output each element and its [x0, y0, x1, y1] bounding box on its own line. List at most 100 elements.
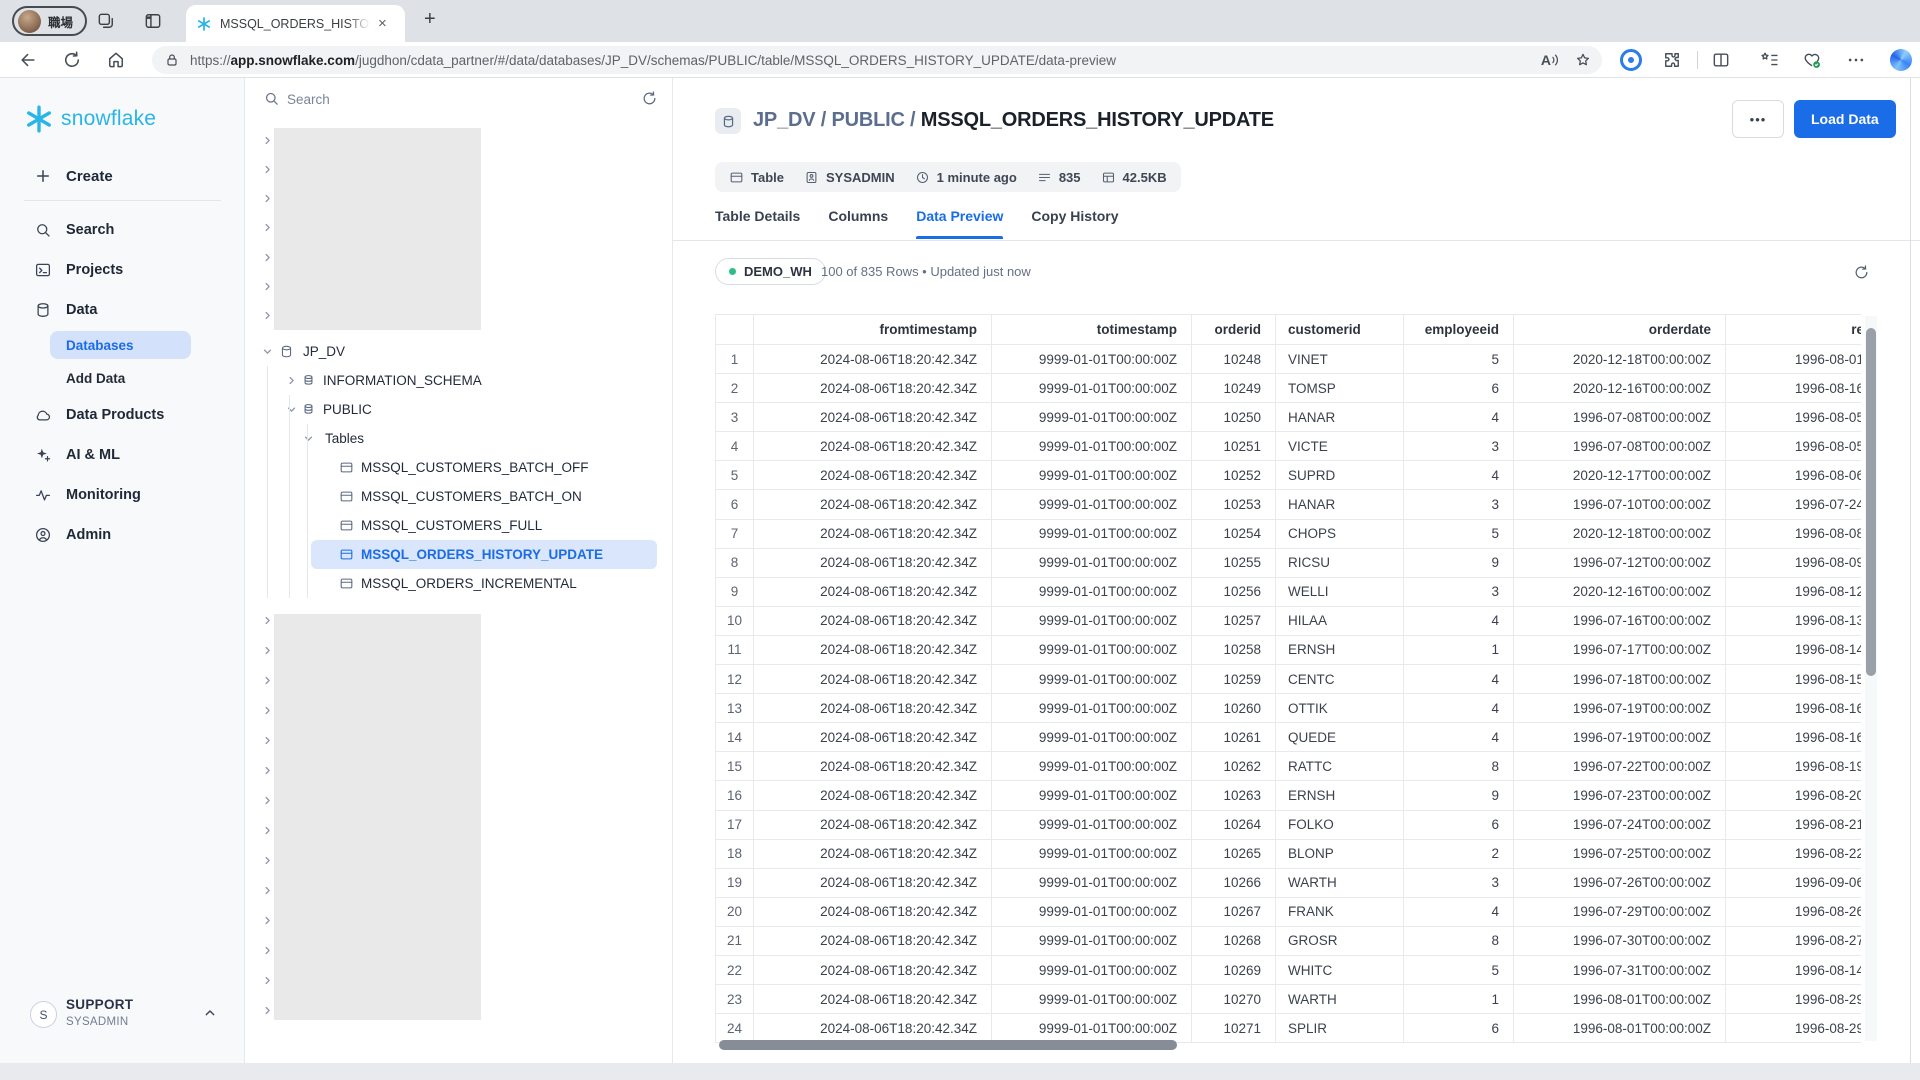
chevron-right-icon[interactable] — [261, 614, 274, 627]
workspaces-icon[interactable] — [96, 11, 116, 31]
tab-table-details[interactable]: Table Details — [715, 208, 800, 239]
tree-table-mssql-customers-batch-on[interactable]: MSSQL_CUSTOMERS_BATCH_ON — [245, 482, 673, 511]
table-cell: 9999-01-01T00:00:00Z — [992, 956, 1192, 985]
chevron-right-icon[interactable] — [261, 674, 274, 687]
chevron-right-icon[interactable] — [261, 704, 274, 717]
chevron-right-icon[interactable] — [261, 764, 274, 777]
chevron-right-icon[interactable] — [261, 1004, 274, 1017]
chevron-down-icon[interactable] — [285, 403, 298, 416]
sidebar-item-data[interactable]: Data — [0, 293, 245, 327]
table-cell: 9999-01-01T00:00:00Z — [992, 490, 1192, 519]
sidebar-item-add-data[interactable]: Add Data — [50, 364, 191, 392]
chevron-right-icon[interactable] — [261, 280, 274, 293]
chevron-right-icon[interactable] — [261, 251, 274, 264]
read-aloud-icon[interactable]: A — [1541, 52, 1560, 68]
chevron-right-icon[interactable] — [261, 944, 274, 957]
browser-essentials-icon[interactable] — [1802, 50, 1822, 70]
chevron-right-icon[interactable] — [261, 309, 274, 322]
table-cell: 1996-07-25T00:00:00Z — [1514, 840, 1726, 869]
chevron-right-icon[interactable] — [261, 734, 274, 747]
column-header-customerid: customerid — [1276, 315, 1404, 345]
table-cell: 9999-01-01T00:00:00Z — [992, 403, 1192, 432]
sidebar-item-search[interactable]: Search — [0, 213, 245, 247]
back-icon[interactable] — [18, 50, 38, 70]
more-actions-button[interactable]: ••• — [1732, 100, 1784, 138]
data-icon — [34, 301, 52, 319]
tree-table-mssql-customers-full[interactable]: MSSQL_CUSTOMERS_FULL — [245, 511, 673, 540]
collections-icon[interactable] — [1760, 50, 1780, 70]
table-cell: WARTH — [1276, 869, 1404, 898]
chevron-right-icon[interactable] — [261, 824, 274, 837]
chevron-right-icon[interactable] — [261, 192, 274, 205]
load-data-button[interactable]: Load Data — [1794, 100, 1896, 138]
tree-schema-public[interactable]: PUBLIC — [245, 395, 673, 424]
table-cell: 9999-01-01T00:00:00Z — [992, 432, 1192, 461]
sidebar-item-data-products[interactable]: Data Products — [0, 398, 245, 432]
home-icon[interactable] — [106, 50, 126, 70]
chevron-right-icon[interactable] — [261, 884, 274, 897]
tab-columns[interactable]: Columns — [828, 208, 888, 239]
warehouse-pill[interactable]: DEMO_WH — [715, 258, 826, 285]
row-number-cell: 2 — [716, 374, 754, 403]
row-number-cell: 14 — [716, 723, 754, 752]
preview-refresh-icon[interactable] — [1853, 264, 1870, 281]
tree-tables-group[interactable]: Tables — [245, 424, 673, 453]
browser-tab[interactable]: MSSQL_ORDERS_HISTORY_U × — [186, 5, 405, 42]
tree-table-mssql-customers-batch-off[interactable]: MSSQL_CUSTOMERS_BATCH_OFF — [245, 453, 673, 482]
table-cell: 1996-08-05T00:00:00Z — [1726, 432, 1861, 461]
breadcrumb-parents[interactable]: JP_DV / PUBLIC / — [753, 109, 921, 131]
chevron-right-icon[interactable] — [261, 163, 274, 176]
tab-data-preview[interactable]: Data Preview — [916, 208, 1003, 239]
sidebar-item-databases[interactable]: Databases — [50, 331, 191, 359]
tree-table-mssql-orders-incremental[interactable]: MSSQL_ORDERS_INCREMENTAL — [245, 569, 673, 598]
chevron-right-icon[interactable] — [261, 794, 274, 807]
cloud-icon — [34, 406, 52, 424]
tab-copy-history[interactable]: Copy History — [1031, 208, 1118, 239]
extensions-icon[interactable] — [1662, 50, 1682, 70]
chevron-right-icon[interactable] — [261, 134, 274, 147]
tab-actions-icon[interactable] — [143, 11, 163, 31]
vertical-scrollbar-thumb[interactable] — [1866, 328, 1876, 676]
table-cell: 9999-01-01T00:00:00Z — [992, 665, 1192, 694]
table-cell: 1996-07-22T00:00:00Z — [1514, 752, 1726, 781]
favorite-star-icon[interactable] — [1574, 51, 1592, 69]
tab-close-icon[interactable]: × — [378, 16, 387, 31]
table-row: 32024-08-06T18:20:42.34Z9999-01-01T00:00… — [716, 403, 1861, 432]
copilot-icon[interactable] — [1890, 49, 1912, 71]
sidebar-item-ai-ml[interactable]: AI & ML — [0, 438, 245, 472]
chevron-right-icon[interactable] — [285, 374, 298, 387]
sidebar-item-admin[interactable]: Admin — [0, 518, 245, 552]
browser-menu-icon[interactable] — [1846, 50, 1866, 70]
table-cell: 2024-08-06T18:20:42.34Z — [754, 752, 992, 781]
chevron-right-icon[interactable] — [261, 644, 274, 657]
table-cell: 9999-01-01T00:00:00Z — [992, 752, 1192, 781]
reload-icon[interactable] — [62, 50, 82, 70]
sidebar-item-projects[interactable]: Projects — [0, 253, 245, 287]
new-tab-button[interactable]: + — [424, 8, 436, 31]
table-cell: 4 — [1404, 694, 1514, 723]
schema-icon — [301, 373, 316, 388]
snowflake-logo[interactable]: snowflake — [24, 104, 156, 134]
table-cell: 9 — [1404, 549, 1514, 578]
table-cell: 1996-08-08T00:00:00Z — [1726, 520, 1861, 549]
chevron-right-icon[interactable] — [261, 914, 274, 927]
chevron-right-icon[interactable] — [261, 974, 274, 987]
split-screen-icon[interactable] — [1711, 50, 1731, 70]
sidebar-item-monitoring[interactable]: Monitoring — [0, 478, 245, 512]
address-bar[interactable]: https://app.snowflake.com/jugdhon/cdata_… — [152, 46, 1602, 74]
create-button[interactable]: Create — [0, 159, 245, 193]
browser-profile-button[interactable]: 職場 — [12, 6, 87, 36]
tree-database-jp-dv[interactable]: JP_DV — [245, 337, 673, 366]
horizontal-scrollbar-thumb[interactable] — [719, 1040, 1177, 1050]
tree-table-mssql-orders-history-update[interactable]: MSSQL_ORDERS_HISTORY_UPDATE — [245, 540, 673, 569]
table-row: 82024-08-06T18:20:42.34Z9999-01-01T00:00… — [716, 549, 1861, 578]
tree-schema-information-schema[interactable]: INFORMATION_SCHEMA — [245, 366, 673, 395]
chevron-right-icon[interactable] — [261, 221, 274, 234]
password-manager-icon[interactable] — [1620, 49, 1642, 71]
tree-search-input[interactable] — [287, 86, 617, 112]
chevron-down-icon[interactable] — [261, 345, 274, 358]
chevron-down-icon[interactable] — [302, 432, 315, 445]
support-account-button[interactable]: S SUPPORT SYSADMIN — [0, 997, 245, 1041]
tree-refresh-icon[interactable] — [641, 90, 658, 107]
chevron-right-icon[interactable] — [261, 854, 274, 867]
